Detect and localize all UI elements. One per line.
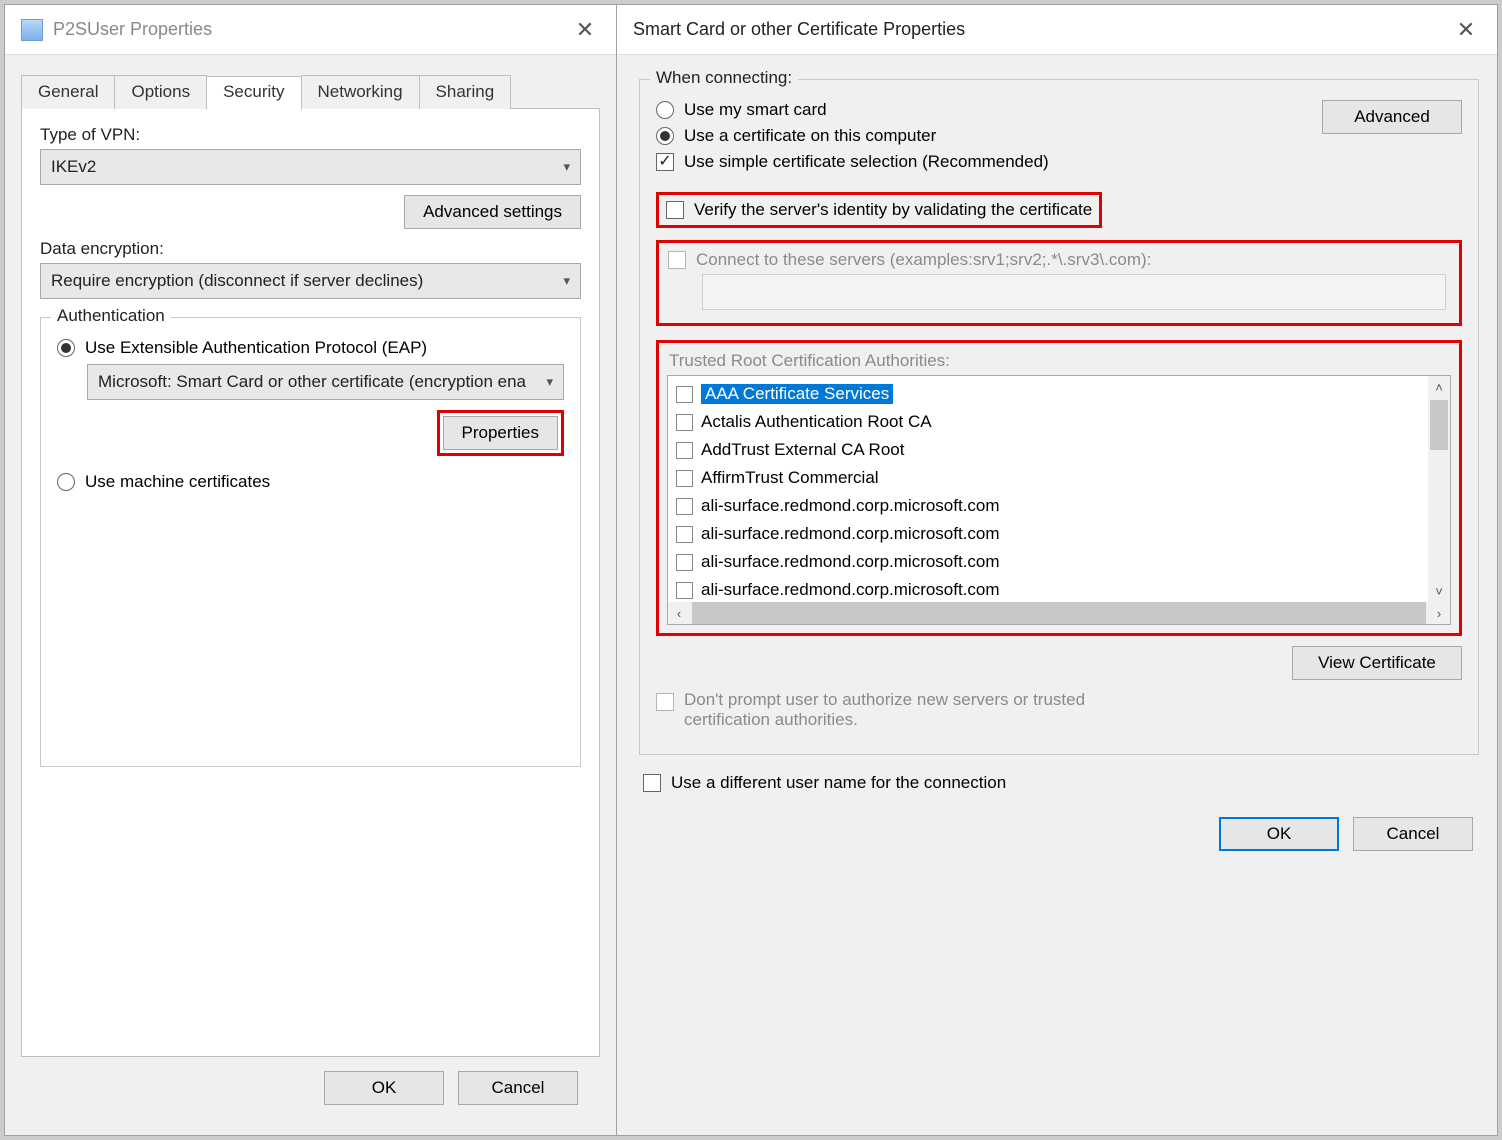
authentication-group: Authentication Use Extensible Authentica…	[40, 317, 581, 767]
check-different-username-label: Use a different user name for the connec…	[671, 773, 1006, 793]
highlight-properties: Properties	[437, 410, 564, 456]
left-titlebar: P2SUser Properties ✕	[5, 5, 616, 55]
checkbox-icon	[656, 693, 674, 711]
check-simple-selection[interactable]: Use simple certificate selection (Recomm…	[656, 152, 1322, 172]
check-connect-servers: Connect to these servers (examples:srv1;…	[668, 250, 1450, 270]
check-verify-server-label: Verify the server's identity by validati…	[694, 200, 1092, 220]
radio-eap-label: Use Extensible Authentication Protocol (…	[85, 338, 427, 358]
trusted-root-label: Trusted Root Certification Authorities:	[669, 351, 1451, 371]
scroll-thumb[interactable]	[1430, 400, 1448, 450]
list-item[interactable]: ali-surface.redmond.corp.microsoft.com	[672, 492, 1428, 520]
cancel-button[interactable]: Cancel	[458, 1071, 578, 1105]
advanced-button[interactable]: Advanced	[1322, 100, 1462, 134]
checkbox-icon	[676, 498, 693, 515]
tabs: General Options Security Networking Shar…	[21, 75, 600, 109]
check-dont-prompt-label: Don't prompt user to authorize new serve…	[684, 690, 1164, 730]
trusted-root-listbox[interactable]: AAA Certificate Services Actalis Authent…	[667, 375, 1451, 625]
tab-security[interactable]: Security	[206, 76, 301, 110]
scroll-thumb[interactable]	[692, 602, 1426, 624]
close-icon[interactable]: ✕	[570, 17, 600, 43]
view-certificate-button[interactable]: View Certificate	[1292, 646, 1462, 680]
list-item[interactable]: ali-surface.redmond.corp.microsoft.com	[672, 576, 1428, 602]
radio-cert-computer-label: Use a certificate on this computer	[684, 126, 936, 146]
right-footer: OK Cancel	[639, 799, 1479, 859]
checkbox-icon	[676, 414, 693, 431]
list-item[interactable]: ali-surface.redmond.corp.microsoft.com	[672, 548, 1428, 576]
tab-options[interactable]: Options	[114, 75, 207, 109]
radio-icon	[57, 339, 75, 357]
data-encryption-value: Require encryption (disconnect if server…	[51, 271, 423, 291]
when-connecting-group: When connecting: Use my smart card Use a…	[639, 79, 1479, 755]
checkbox-icon	[676, 470, 693, 487]
vpn-type-select[interactable]: IKEv2 ▾	[40, 149, 581, 185]
scroll-down-icon[interactable]: ˅	[1428, 580, 1450, 602]
left-title: P2SUser Properties	[53, 19, 570, 40]
ok-button[interactable]: OK	[1219, 817, 1339, 851]
vpn-type-label: Type of VPN:	[40, 125, 581, 145]
radio-icon	[656, 101, 674, 119]
authentication-legend: Authentication	[51, 306, 171, 326]
eap-method-value: Microsoft: Smart Card or other certifica…	[98, 372, 526, 392]
chevron-down-icon: ▾	[563, 159, 570, 175]
radio-eap[interactable]: Use Extensible Authentication Protocol (…	[57, 338, 564, 358]
radio-cert-computer[interactable]: Use a certificate on this computer	[656, 126, 1322, 146]
list-item[interactable]: AAA Certificate Services	[672, 380, 1428, 408]
data-encryption-label: Data encryption:	[40, 239, 581, 259]
right-titlebar: Smart Card or other Certificate Properti…	[617, 5, 1497, 55]
advanced-settings-button[interactable]: Advanced settings	[404, 195, 581, 229]
check-simple-selection-label: Use simple certificate selection (Recomm…	[684, 152, 1049, 172]
scroll-up-icon[interactable]: ˄	[1428, 376, 1450, 398]
checkbox-icon	[668, 251, 686, 269]
tab-sharing[interactable]: Sharing	[419, 75, 512, 109]
tab-panel-security: Type of VPN: IKEv2 ▾ Advanced settings D…	[21, 108, 600, 1057]
list-item[interactable]: ali-surface.redmond.corp.microsoft.com	[672, 520, 1428, 548]
scroll-left-icon[interactable]: ‹	[668, 606, 690, 621]
close-icon[interactable]: ✕	[1451, 17, 1481, 43]
checkbox-icon	[676, 386, 693, 403]
eap-method-select[interactable]: Microsoft: Smart Card or other certifica…	[87, 364, 564, 400]
list-item[interactable]: AddTrust External CA Root	[672, 436, 1428, 464]
checkbox-icon	[676, 554, 693, 571]
checkbox-icon	[676, 442, 693, 459]
radio-smart-card[interactable]: Use my smart card	[656, 100, 1322, 120]
chevron-down-icon: ▾	[546, 374, 553, 390]
data-encryption-select[interactable]: Require encryption (disconnect if server…	[40, 263, 581, 299]
radio-machine-certs-label: Use machine certificates	[85, 472, 270, 492]
list-item[interactable]: Actalis Authentication Root CA	[672, 408, 1428, 436]
checkbox-icon	[676, 526, 693, 543]
checkbox-icon	[666, 201, 684, 219]
connect-servers-input	[702, 274, 1446, 310]
check-verify-server[interactable]: Verify the server's identity by validati…	[666, 200, 1092, 220]
tab-general[interactable]: General	[21, 75, 115, 109]
vpn-type-value: IKEv2	[51, 157, 96, 177]
list-item[interactable]: AffirmTrust Commercial	[672, 464, 1428, 492]
chevron-down-icon: ▾	[563, 273, 570, 289]
cancel-button[interactable]: Cancel	[1353, 817, 1473, 851]
ok-button[interactable]: OK	[324, 1071, 444, 1105]
trusted-root-list: AAA Certificate Services Actalis Authent…	[668, 376, 1428, 602]
tab-networking[interactable]: Networking	[301, 75, 420, 109]
vertical-scrollbar[interactable]: ˄ ˅	[1428, 376, 1450, 602]
scroll-right-icon[interactable]: ›	[1428, 606, 1450, 621]
check-different-username[interactable]: Use a different user name for the connec…	[643, 773, 1479, 793]
check-dont-prompt: Don't prompt user to authorize new serve…	[656, 690, 1462, 730]
checkbox-icon	[656, 153, 674, 171]
radio-icon	[656, 127, 674, 145]
check-connect-servers-label: Connect to these servers (examples:srv1;…	[696, 250, 1151, 270]
checkbox-icon	[643, 774, 661, 792]
radio-icon	[57, 473, 75, 491]
right-title: Smart Card or other Certificate Properti…	[633, 19, 1451, 40]
app-icon	[21, 19, 43, 41]
radio-smart-card-label: Use my smart card	[684, 100, 827, 120]
radio-machine-certs[interactable]: Use machine certificates	[57, 472, 564, 492]
properties-button[interactable]: Properties	[443, 416, 558, 450]
left-footer: OK Cancel	[21, 1057, 600, 1119]
checkbox-icon	[676, 582, 693, 599]
when-connecting-legend: When connecting:	[650, 68, 798, 88]
horizontal-scrollbar[interactable]: ‹ ›	[668, 602, 1450, 624]
